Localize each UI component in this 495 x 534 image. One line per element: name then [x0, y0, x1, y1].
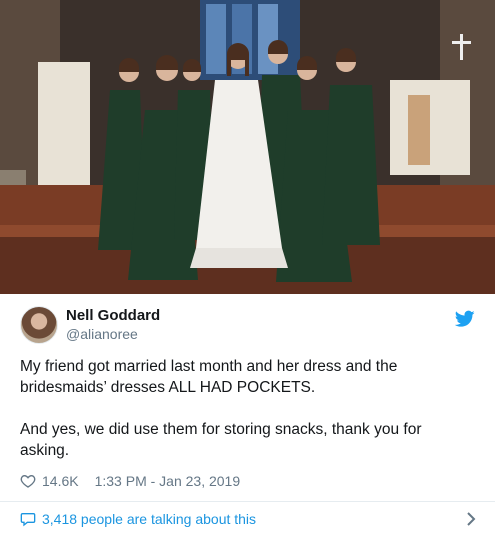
avatar[interactable] [20, 306, 58, 344]
speech-bubble-icon [20, 513, 36, 527]
tweet-meta: 14.6K 1:33 PM - Jan 23, 2019 [20, 472, 240, 490]
tweet-text: My friend got married last month and her… [20, 358, 422, 459]
user-handle[interactable]: @alianoree [66, 325, 160, 343]
display-name[interactable]: Nell Goddard [66, 307, 160, 325]
heart-icon[interactable] [20, 473, 36, 489]
embedded-tweet-card: Nell Goddard @alianoree My friend got ma… [0, 0, 495, 534]
wedding-photo-illustration [0, 0, 495, 294]
wedding-photo[interactable] [0, 0, 495, 294]
like-count[interactable]: 14.6K [42, 473, 79, 489]
tweet-timestamp[interactable]: 1:33 PM - Jan 23, 2019 [95, 473, 241, 489]
chevron-right-icon[interactable] [464, 511, 478, 527]
tweet-author: Nell Goddard @alianoree [20, 306, 475, 344]
divider [0, 501, 495, 502]
author-names: Nell Goddard @alianoree [66, 307, 160, 343]
conversation-count[interactable]: 3,418 people are talking about this [42, 511, 256, 527]
conversation-link[interactable]: 3,418 people are talking about this [20, 509, 480, 529]
twitter-bird-icon[interactable] [455, 310, 475, 328]
